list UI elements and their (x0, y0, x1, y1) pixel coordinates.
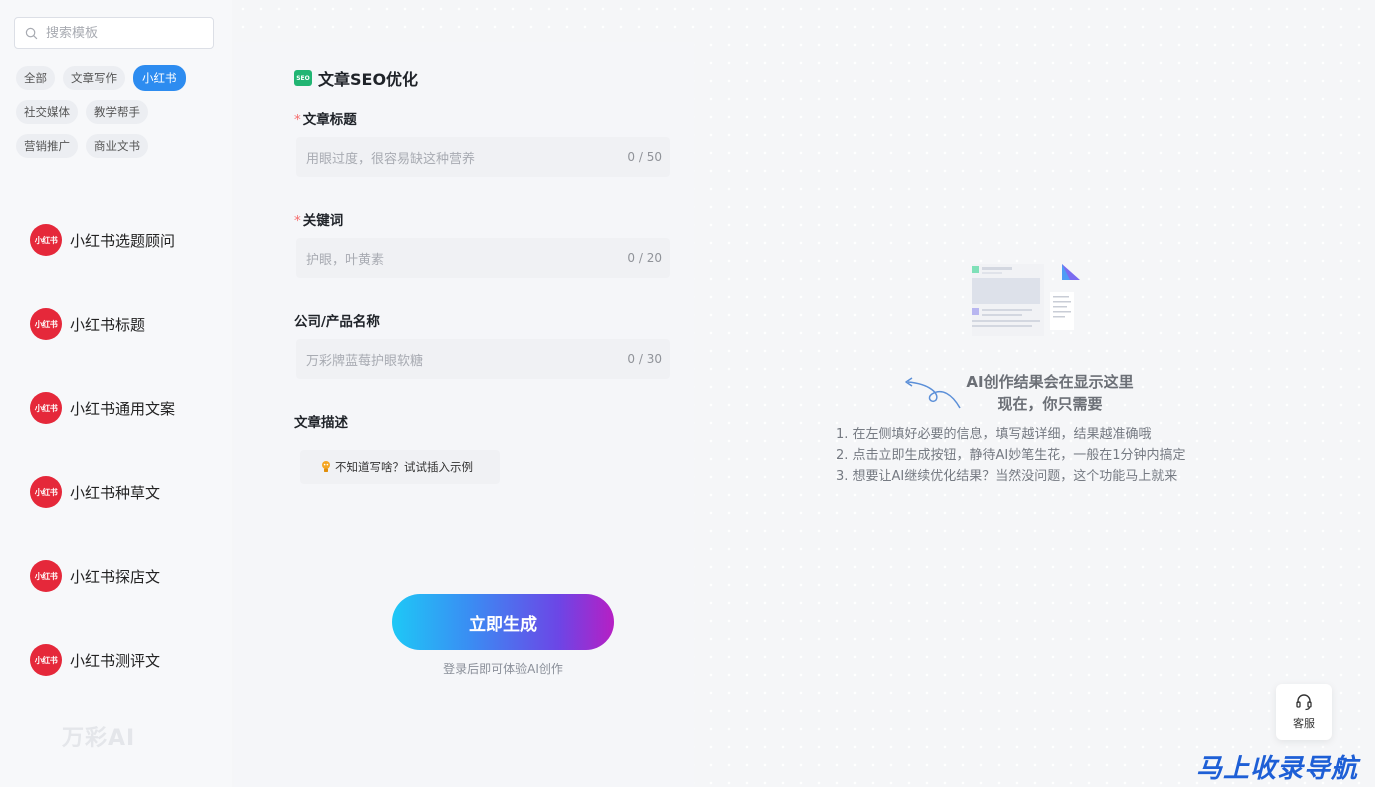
form-title: SEO 文章SEO优化 (294, 66, 418, 90)
xiaohongshu-logo-icon: 小红书 (30, 392, 62, 424)
result-placeholder-title: AI创作结果会在显示这里 现在，你只需要 (940, 371, 1160, 415)
lightbulb-icon (322, 461, 330, 472)
article-title-placeholder: 用眼过度，很容易缺这种营养 (306, 151, 476, 167)
company-name-input[interactable]: 万彩牌蓝莓护眼软糖 0 / 30 (296, 339, 670, 379)
tag-teaching-helper[interactable]: 教学帮手 (86, 100, 148, 124)
category-tags: 全部 文章写作 小红书 社交媒体 教学帮手 营销推广 商业文书 (16, 65, 226, 168)
seo-icon: SEO (294, 70, 312, 86)
tag-social-media[interactable]: 社交媒体 (16, 100, 78, 124)
brand-footer: 万彩AI (38, 720, 135, 752)
tag-business-docs[interactable]: 商业文书 (86, 134, 148, 158)
keywords-count: 0 / 20 (627, 251, 662, 265)
xiaohongshu-logo-icon: 小红书 (30, 644, 62, 676)
document-illustration-icon (972, 264, 1080, 336)
keywords-input[interactable]: 护眼，叶黄素 0 / 20 (296, 238, 670, 278)
template-item-recommendation[interactable]: 小红书 小红书种草文 (30, 475, 175, 509)
step-item: 2. 点击立即生成按钮，静待AI妙笔生花，一般在1分钟内搞定 (836, 448, 1186, 463)
tag-marketing[interactable]: 营销推广 (16, 134, 78, 158)
result-title-line1: AI创作结果会在显示这里 (966, 373, 1134, 391)
company-name-count: 0 / 30 (627, 352, 662, 366)
login-hint: 登录后即可体验AI创作 (443, 662, 563, 676)
template-item-label: 小红书通用文案 (70, 399, 176, 418)
keywords-placeholder: 护眼，叶黄素 (306, 252, 385, 268)
article-title-count: 0 / 50 (627, 150, 662, 164)
keywords-label-text: 关键词 (302, 213, 344, 229)
article-title-label-text: 文章标题 (302, 112, 357, 128)
tag-article-writing[interactable]: 文章写作 (63, 66, 125, 90)
insert-example-text: 不知道写啥？试试插入示例 (335, 460, 473, 474)
insert-example-button[interactable]: 不知道写啥？试试插入示例 (300, 450, 500, 484)
template-search[interactable] (14, 17, 214, 49)
template-item-label: 小红书选题顾问 (70, 231, 176, 250)
article-title-label: * 文章标题 (294, 108, 357, 128)
template-list: 小红书 小红书选题顾问 小红书 小红书标题 小红书 小红书通用文案 小红书 小红… (30, 223, 175, 727)
article-desc-label: 文章描述 (294, 411, 348, 431)
search-icon (25, 27, 38, 39)
article-desc-label-text: 文章描述 (294, 415, 348, 431)
tag-all[interactable]: 全部 (16, 66, 55, 90)
xiaohongshu-logo-icon: 小红书 (30, 560, 62, 592)
form-title-text: 文章SEO优化 (318, 70, 419, 89)
xiaohongshu-logo-icon: 小红书 (30, 476, 62, 508)
brand-logo: 万彩AI (62, 726, 136, 751)
template-item-label: 小红书标题 (70, 315, 146, 334)
xiaohongshu-logo-icon: 小红书 (30, 308, 62, 340)
template-item-label: 小红书探店文 (70, 567, 161, 586)
template-item-title[interactable]: 小红书 小红书标题 (30, 307, 175, 341)
customer-service-button[interactable]: 客服 (1276, 684, 1332, 740)
form-panel: SEO 文章SEO优化 * 文章标题 用眼过度，很容易缺这种营养 0 / 50 *… (234, 42, 694, 787)
result-steps: 1. 在左侧填好必要的信息，填写越详细，结果越准确哦 2. 点击立即生成按钮，静… (836, 424, 1186, 487)
template-item-label: 小红书种草文 (70, 483, 161, 502)
template-item-store-visit[interactable]: 小红书 小红书探店文 (30, 559, 175, 593)
template-item-topic-advisor[interactable]: 小红书 小红书选题顾问 (30, 223, 175, 257)
result-title-line2: 现在，你只需要 (997, 395, 1103, 413)
company-name-label: 公司/产品名称 (294, 310, 380, 330)
template-item-label: 小红书测评文 (70, 651, 161, 670)
headset-icon (1296, 694, 1312, 711)
step-item: 1. 在左侧填好必要的信息，填写越详细，结果越准确哦 (836, 427, 1152, 442)
template-sidebar: 全部 文章写作 小红书 社交媒体 教学帮手 营销推广 商业文书 小红书 小红书选… (0, 0, 232, 787)
required-mark: * (294, 213, 301, 229)
generate-button[interactable]: 立即生成 (392, 594, 614, 650)
template-item-review[interactable]: 小红书 小红书测评文 (30, 643, 175, 677)
tag-xiaohongshu[interactable]: 小红书 (133, 65, 186, 91)
template-item-general-copy[interactable]: 小红书 小红书通用文案 (30, 391, 175, 425)
watermark: 马上收录导航 (1196, 754, 1359, 784)
company-name-placeholder: 万彩牌蓝莓护眼软糖 (306, 353, 424, 369)
keywords-label: * 关键词 (294, 209, 343, 229)
article-title-input[interactable]: 用眼过度，很容易缺这种营养 0 / 50 (296, 137, 670, 177)
step-item: 3. 想要让AI继续优化结果？当然没问题，这个功能马上就来 (836, 469, 1178, 484)
search-input[interactable] (46, 25, 206, 41)
company-name-label-text: 公司/产品名称 (294, 314, 380, 330)
required-mark: * (294, 112, 301, 128)
xiaohongshu-logo-icon: 小红书 (30, 224, 62, 256)
customer-service-label: 客服 (1293, 717, 1315, 730)
